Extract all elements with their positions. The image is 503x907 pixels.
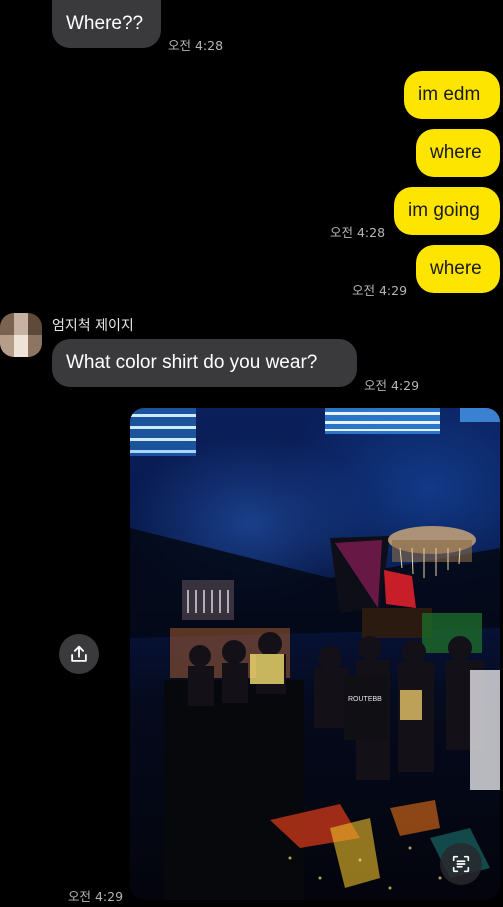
text-scan-icon (452, 855, 470, 873)
message-timestamp: 오전 4:29 (352, 283, 408, 298)
outgoing-message[interactable]: where (416, 245, 500, 293)
incoming-message[interactable]: Where?? (52, 0, 161, 48)
outgoing-message[interactable]: im edm (404, 71, 500, 119)
sender-name: 엄지척 제이지 (52, 318, 134, 334)
incoming-message[interactable]: What color shirt do you wear? (52, 339, 357, 387)
sender-avatar[interactable] (0, 313, 42, 357)
share-icon (71, 645, 87, 662)
club-photo-image: ROUTEBB (130, 408, 500, 900)
message-timestamp: 오전 4:28 (330, 225, 386, 240)
message-timestamp: 오전 4:28 (168, 38, 224, 53)
text-scan-button[interactable] (440, 843, 482, 885)
photo-shirt-text: ROUTEBB (348, 696, 382, 703)
share-button[interactable] (59, 634, 99, 674)
message-timestamp: 오전 4:29 (68, 889, 124, 904)
message-timestamp: 오전 4:29 (364, 378, 420, 393)
photo-message[interactable]: ROUTEBB (130, 408, 500, 900)
outgoing-message[interactable]: im going (394, 187, 500, 235)
outgoing-message[interactable]: where (416, 129, 500, 177)
